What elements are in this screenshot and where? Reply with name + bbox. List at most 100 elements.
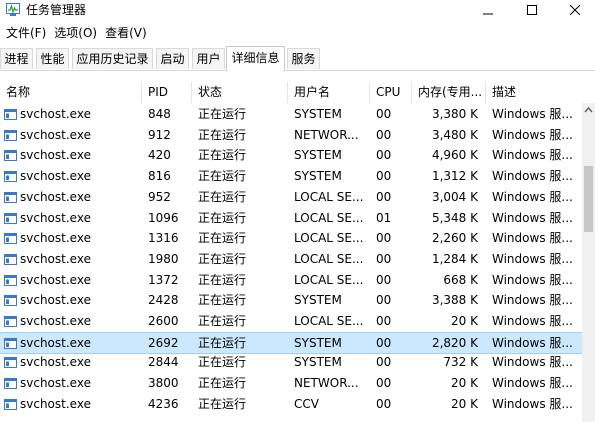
process-cpu: 00 bbox=[376, 355, 392, 370]
maximize-button[interactable] bbox=[510, 0, 554, 20]
tab-services[interactable]: 服务 bbox=[287, 48, 320, 69]
process-memory: 2,820 K bbox=[431, 335, 478, 350]
column-header-description[interactable]: 描述 bbox=[486, 82, 582, 103]
table-row[interactable]: svchost.exe 1372 正在运行 LOCAL SE... 00 668 K Win… bbox=[0, 270, 582, 291]
process-username: SYSTEM bbox=[294, 148, 342, 163]
process-description: Windows 服... bbox=[492, 314, 573, 328]
process-name: svchost.exe bbox=[20, 293, 91, 308]
table-row[interactable]: svchost.exe 848 正在运行 SYSTEM 00 3,380 K Windows… bbox=[0, 104, 582, 125]
process-status: 正在运行 bbox=[198, 107, 247, 121]
process-name: svchost.exe bbox=[20, 251, 91, 266]
process-name: svchost.exe bbox=[20, 107, 91, 121]
process-memory: 20 K bbox=[451, 376, 478, 391]
table-row[interactable]: svchost.exe 3800 正在运行 NETWOR... 00 20 K Window… bbox=[0, 373, 582, 394]
process-status: 正在运行 bbox=[198, 127, 247, 142]
process-description: Windows 服... bbox=[492, 231, 573, 246]
table-row[interactable]: svchost.exe 912 正在运行 NETWOR... 00 3,480 K Wind… bbox=[0, 125, 582, 146]
process-username: SYSTEM bbox=[294, 293, 342, 308]
minimize-button[interactable] bbox=[466, 0, 510, 20]
column-header-cpu[interactable]: CPU bbox=[370, 82, 412, 103]
process-cpu: 00 bbox=[376, 251, 392, 266]
table-row[interactable]: svchost.exe 2600 正在运行 LOCAL SE... 00 20 K Wind… bbox=[0, 311, 582, 332]
process-name: svchost.exe bbox=[20, 148, 91, 163]
tab-details[interactable]: 详细信息 bbox=[226, 46, 285, 71]
process-pid: 1096 bbox=[148, 210, 179, 225]
process-name: svchost.exe bbox=[20, 169, 91, 184]
process-username: LOCAL SE... bbox=[294, 272, 364, 287]
process-cpu: 00 bbox=[376, 293, 392, 308]
process-description: Windows 服... bbox=[492, 376, 573, 391]
process-status: 正在运行 bbox=[198, 396, 247, 411]
column-header-name[interactable]: 名称 bbox=[0, 82, 142, 103]
tab-app-history[interactable]: 应用历史记录 bbox=[72, 48, 153, 69]
menu-file[interactable]: 文件(F) bbox=[0, 23, 50, 43]
process-memory: 1,284 K bbox=[431, 251, 478, 266]
scroll-up-arrow-icon[interactable] bbox=[582, 103, 595, 117]
process-description: Windows 服... bbox=[492, 335, 573, 350]
exe-icon bbox=[4, 150, 17, 162]
process-status: 正在运行 bbox=[198, 169, 247, 184]
process-memory: 2,260 K bbox=[431, 231, 478, 246]
column-header-status[interactable]: 状态 bbox=[192, 82, 288, 103]
menu-options[interactable]: 选项(O) bbox=[50, 23, 101, 43]
process-memory: 4,960 K bbox=[431, 148, 478, 163]
process-pid: 912 bbox=[148, 127, 171, 142]
column-header-username[interactable]: 用户名 bbox=[288, 82, 370, 103]
menu-view[interactable]: 查看(V) bbox=[101, 23, 151, 43]
table-row-selected[interactable]: svchost.exe 2692 正在运行 SYSTEM 00 2,820 K Window… bbox=[0, 331, 582, 354]
process-cpu: 00 bbox=[376, 376, 392, 391]
process-description: Windows 服... bbox=[492, 396, 573, 411]
table-row[interactable]: svchost.exe 1316 正在运行 LOCAL SE... 00 2,260 K W… bbox=[0, 228, 582, 249]
task-manager-icon bbox=[6, 3, 20, 16]
table-row[interactable]: svchost.exe 952 正在运行 LOCAL SE... 00 3,004 K Wi… bbox=[0, 187, 582, 208]
process-memory: 668 K bbox=[443, 272, 478, 287]
process-memory: 3,480 K bbox=[431, 127, 478, 142]
process-username: NETWOR... bbox=[294, 127, 359, 142]
process-name: svchost.exe bbox=[20, 314, 91, 328]
table-row[interactable]: svchost.exe 816 正在运行 SYSTEM 00 1,312 K Windows… bbox=[0, 166, 582, 187]
process-cpu: 00 bbox=[376, 148, 392, 163]
process-name: svchost.exe bbox=[20, 376, 91, 391]
process-cpu: 00 bbox=[376, 335, 392, 350]
title-bar: 任务管理器 bbox=[0, 0, 595, 22]
process-cpu: 00 bbox=[376, 396, 392, 411]
tab-startup[interactable]: 启动 bbox=[156, 48, 189, 69]
process-status: 正在运行 bbox=[198, 148, 247, 163]
process-memory: 3,388 K bbox=[431, 293, 478, 308]
process-description: Windows 服... bbox=[492, 148, 573, 163]
process-list: svchost.exe 848 正在运行 SYSTEM 00 3,380 K Windows… bbox=[0, 104, 582, 422]
table-row[interactable]: svchost.exe 1096 正在运行 LOCAL SE... 01 5,348 K W… bbox=[0, 208, 582, 229]
process-name: svchost.exe bbox=[20, 396, 91, 411]
process-cpu: 00 bbox=[376, 107, 392, 121]
process-cpu: 00 bbox=[376, 272, 392, 287]
vertical-scrollbar[interactable] bbox=[582, 103, 595, 422]
exe-icon bbox=[4, 171, 17, 183]
process-username: SYSTEM bbox=[294, 107, 342, 121]
process-status: 正在运行 bbox=[198, 189, 247, 204]
scrollbar-thumb[interactable] bbox=[584, 166, 593, 232]
process-username: SYSTEM bbox=[294, 355, 342, 370]
column-header-memory[interactable]: 内存(专用... bbox=[412, 82, 486, 103]
process-description: Windows 服... bbox=[492, 210, 573, 225]
table-row[interactable]: svchost.exe 1980 正在运行 LOCAL SE... 00 1,284 K W… bbox=[0, 249, 582, 270]
process-description: Windows 服... bbox=[492, 107, 573, 121]
process-pid: 816 bbox=[148, 169, 171, 184]
tab-processes[interactable]: 进程 bbox=[0, 48, 33, 69]
process-pid: 2600 bbox=[148, 314, 179, 328]
table-row[interactable]: svchost.exe 420 正在运行 SYSTEM 00 4,960 K Windows… bbox=[0, 145, 582, 166]
table-row[interactable]: svchost.exe 2844 正在运行 SYSTEM 00 732 K Windows … bbox=[0, 352, 582, 373]
table-row[interactable]: svchost.exe 4236 正在运行 CCV 00 20 K Windows 服... bbox=[0, 394, 582, 415]
process-username: LOCAL SE... bbox=[294, 231, 364, 246]
column-header-name-label: 名称 bbox=[6, 85, 31, 99]
process-pid: 848 bbox=[148, 107, 171, 121]
process-memory: 1,312 K bbox=[431, 169, 478, 184]
table-row[interactable]: svchost.exe 2428 正在运行 SYSTEM 00 3,388 K Window… bbox=[0, 290, 582, 311]
tab-users[interactable]: 用户 bbox=[192, 48, 225, 69]
exe-icon bbox=[4, 378, 17, 390]
process-status: 正在运行 bbox=[198, 251, 247, 266]
process-pid: 2428 bbox=[148, 293, 179, 308]
close-button[interactable] bbox=[553, 0, 595, 20]
column-header-pid[interactable]: PID bbox=[142, 82, 192, 103]
window-title: 任务管理器 bbox=[26, 3, 87, 17]
tab-performance[interactable]: 性能 bbox=[36, 48, 69, 69]
